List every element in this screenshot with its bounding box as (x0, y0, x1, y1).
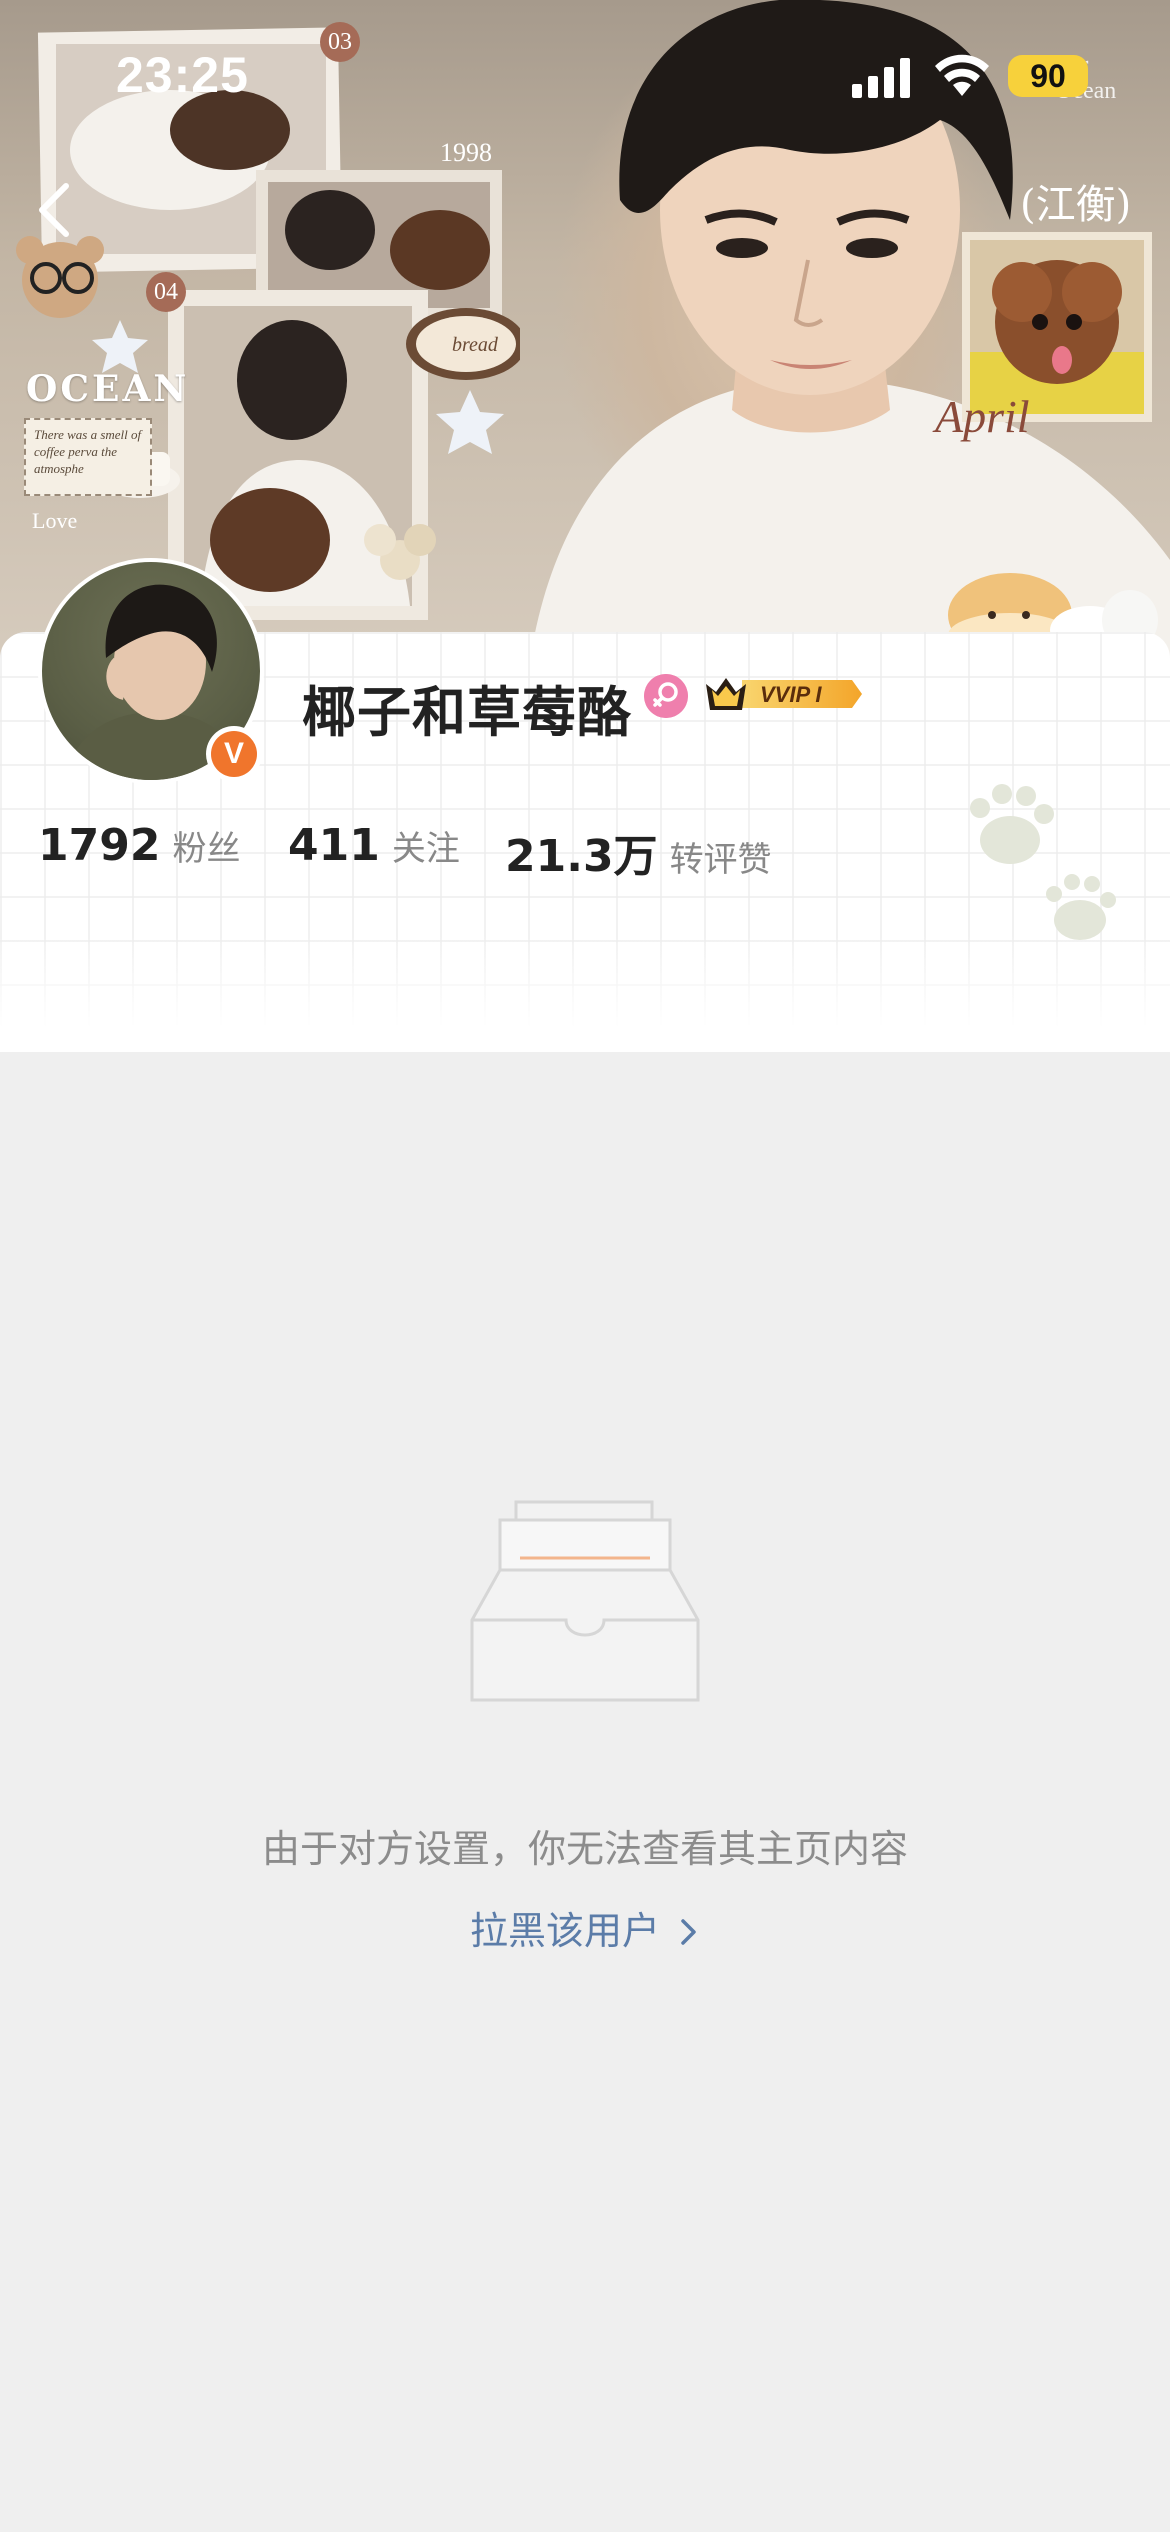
sticker-year: 1998 (440, 138, 492, 167)
stat-followers-value: 1792 (38, 820, 161, 871)
sticker-jiangheng: (江衡) (1020, 182, 1132, 228)
privacy-message: 由于对方设置，你无法查看其主页内容 (261, 1827, 908, 1871)
vvip-badge[interactable]: VVIP I (702, 670, 864, 718)
back-chevron-icon[interactable] (30, 180, 80, 240)
stat-interactions-value: 21.3万 (505, 831, 658, 882)
sticker-bread: bread (452, 334, 498, 356)
sticker-love: Love (32, 508, 78, 533)
block-user-label: 拉黑该用户 (469, 1909, 660, 1953)
sticker-note-card: There was a smell of coffee perva the at… (24, 418, 152, 496)
stat-interactions[interactable]: 21.3万 转评赞 (505, 820, 772, 884)
photo-collage (16, 27, 520, 620)
verified-mark: V (211, 731, 257, 777)
status-time: 23:25 (116, 47, 249, 103)
stat-interactions-label: 转评赞 (669, 840, 772, 880)
sticker-number-04: 04 (146, 272, 186, 312)
sticker-ocean: OCEAN (26, 368, 190, 410)
chevron-right-icon (681, 1919, 696, 1945)
stat-following[interactable]: 411 关注 (288, 820, 460, 871)
stat-following-value: 411 (288, 820, 380, 871)
cellular-signal-icon (852, 58, 910, 98)
empty-inbox-illustration-icon (470, 1500, 700, 1702)
vvip-label: VVIP I (760, 682, 822, 707)
verified-badge: V (206, 726, 262, 782)
profile-username: 椰子和草莓酪 (302, 681, 632, 744)
paw-print-decoration (970, 784, 1116, 940)
sticker-number-03: 03 (320, 22, 360, 62)
stat-following-label: 关注 (391, 829, 460, 869)
block-user-link[interactable]: 拉黑该用户 (0, 1900, 1170, 1955)
female-gender-icon (644, 674, 688, 718)
battery-indicator: 90 (1008, 55, 1088, 97)
wifi-icon (935, 54, 989, 96)
stat-followers-label: 粉丝 (172, 829, 241, 869)
stat-followers[interactable]: 1792 粉丝 (38, 820, 240, 871)
sticker-april: April (935, 391, 1030, 442)
